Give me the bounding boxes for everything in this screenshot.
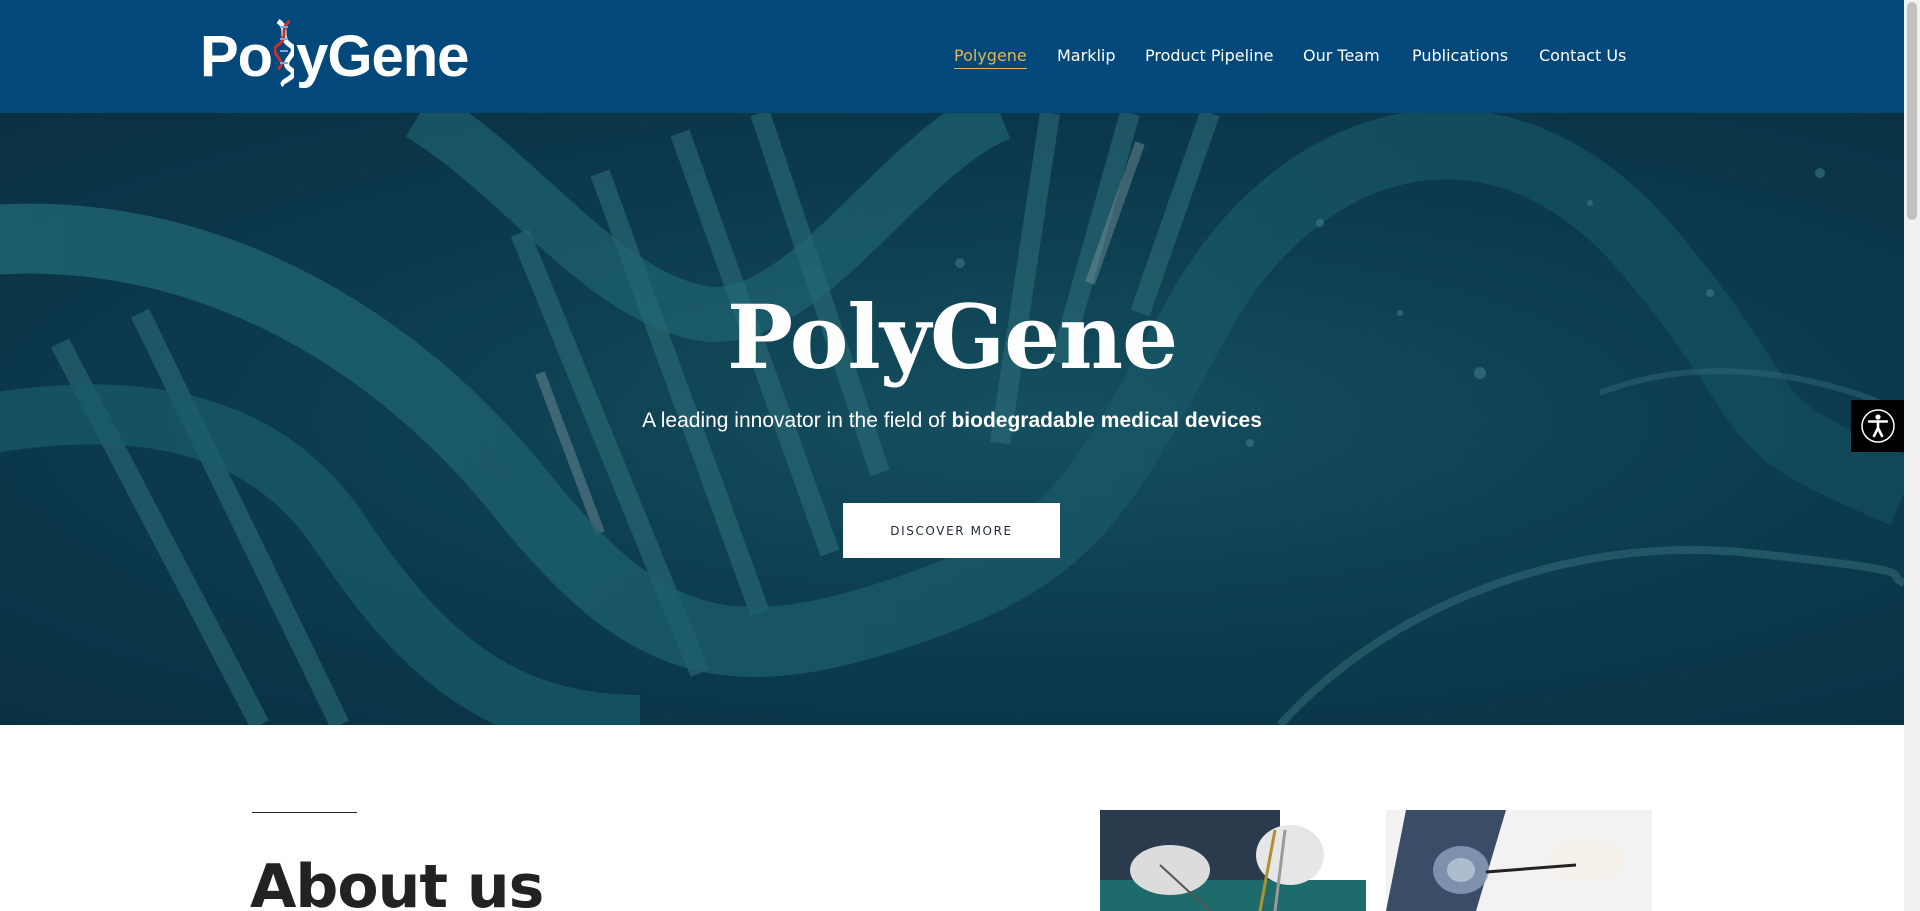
hero-subtitle-bold: biodegradable medical devices [951, 409, 1262, 432]
accessibility-button[interactable] [1851, 400, 1904, 452]
nav-item-contact-us[interactable]: Contact Us [1539, 46, 1626, 65]
active-nav-underline [954, 68, 1027, 69]
nav-item-marklip[interactable]: Marklip [1057, 46, 1116, 65]
nav-item-publications[interactable]: Publications [1412, 46, 1508, 65]
hero-banner: PolyGene A leading innovator in the fiel… [0, 113, 1904, 725]
hero-subtitle: A leading innovator in the field of biod… [0, 409, 1904, 433]
hero-title: PolyGene [726, 285, 1178, 389]
nav-item-label: Product Pipeline [1145, 46, 1274, 65]
about-divider [252, 812, 357, 813]
page-scrollbar[interactable] [1904, 0, 1920, 911]
site-header: Po yGene Polygene Marklip Product Pipeli… [0, 0, 1904, 113]
scrollbar-thumb[interactable] [1907, 2, 1917, 220]
accessibility-icon [1860, 409, 1895, 443]
nav-item-polygene[interactable]: Polygene [954, 46, 1027, 69]
nav-item-label: Polygene [954, 46, 1027, 65]
xray-photo [1386, 810, 1652, 911]
nav-item-label: Our Team [1303, 46, 1380, 65]
surgery-photo [1100, 810, 1366, 911]
nav-item-label: Publications [1412, 46, 1509, 65]
main-nav: Polygene Marklip Product Pipeline Our Te… [0, 0, 1904, 113]
nav-item-product-pipeline[interactable]: Product Pipeline [1145, 46, 1273, 65]
discover-more-button[interactable]: DISCOVER MORE [843, 503, 1060, 558]
hero-subtitle-prefix: A leading innovator in the field of [642, 409, 952, 432]
about-title: About us [250, 852, 544, 911]
nav-item-our-team[interactable]: Our Team [1303, 46, 1380, 65]
nav-item-label: Marklip [1057, 46, 1116, 65]
nav-item-label: Contact Us [1539, 46, 1627, 65]
